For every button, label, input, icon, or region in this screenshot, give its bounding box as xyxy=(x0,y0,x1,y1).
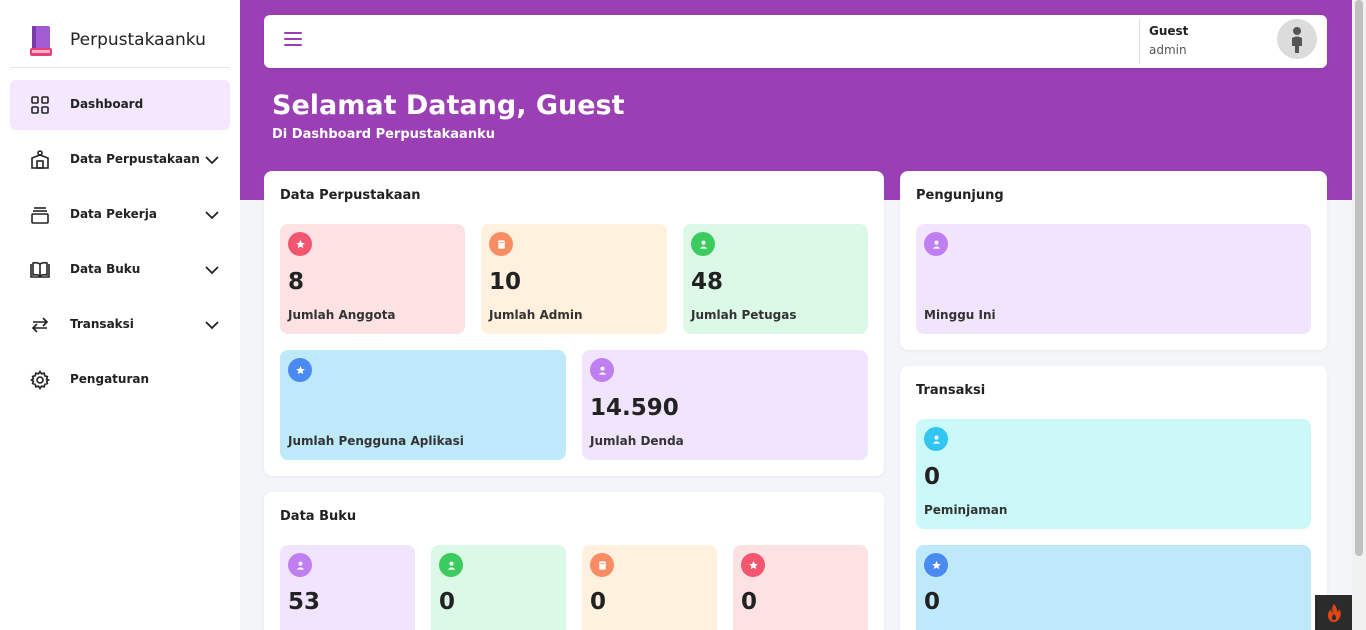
codeigniter-toolbar-button[interactable] xyxy=(1315,595,1352,630)
panel-title: Data Buku xyxy=(280,509,357,524)
stat-label: Jumlah Pengguna Aplikasi xyxy=(288,434,464,448)
stat-label: Jumlah Admin xyxy=(489,308,583,322)
sidebar-item-label: Data Pekerja xyxy=(70,207,157,221)
divider xyxy=(1139,19,1140,64)
stat-value: 48 xyxy=(691,269,724,295)
stat-label: Peminjaman xyxy=(924,503,1008,517)
sidebar: Perpustakaanku Dashboard Data Perpustaka… xyxy=(0,0,240,630)
sidebar-item-dashboard[interactable]: Dashboard xyxy=(10,80,230,130)
stat-label: Jumlah Anggota xyxy=(288,308,396,322)
brand[interactable]: Perpustakaanku xyxy=(10,10,230,68)
open-book-icon xyxy=(30,261,50,278)
stat-card-jumlah-admin[interactable]: 10 Jumlah Admin xyxy=(481,224,667,334)
stat-value: 0 xyxy=(924,589,941,615)
chevron-down-icon[interactable] xyxy=(204,262,220,278)
stat-card-buku-3[interactable]: 0 xyxy=(582,545,717,630)
stat-card-transaksi-2[interactable]: 0 xyxy=(916,545,1311,630)
stat-card-minggu-ini[interactable]: Minggu Ini xyxy=(916,224,1311,334)
user-name[interactable]: Guest xyxy=(1149,24,1188,38)
user-icon xyxy=(924,427,948,451)
star-icon xyxy=(924,553,948,577)
user-icon xyxy=(439,553,463,577)
stat-card-jumlah-anggota[interactable]: 8 Jumlah Anggota xyxy=(280,224,465,334)
scrollbar-thumb[interactable] xyxy=(1355,0,1363,556)
stat-label: Jumlah Denda xyxy=(590,434,684,448)
welcome-subtitle: Di Dashboard Perpustakaanku xyxy=(272,127,495,142)
user-avatar-icon xyxy=(1292,27,1302,53)
flame-icon xyxy=(1327,603,1341,622)
stat-card-jumlah-denda[interactable]: 14.590 Jumlah Denda xyxy=(582,350,868,460)
panel-pengunjung: Pengunjung Minggu Ini xyxy=(900,171,1327,350)
stat-card-jumlah-petugas[interactable]: 48 Jumlah Petugas xyxy=(683,224,868,334)
sidebar-item-label: Dashboard xyxy=(70,97,144,111)
chevron-down-icon[interactable] xyxy=(204,152,220,168)
chevron-down-icon[interactable] xyxy=(204,207,220,223)
stat-value: 53 xyxy=(288,589,321,615)
panel-title: Pengunjung xyxy=(916,188,1004,203)
sidebar-item-label: Transaksi xyxy=(70,317,134,331)
stat-card-jumlah-pengguna-aplikasi[interactable]: Jumlah Pengguna Aplikasi xyxy=(280,350,566,460)
stat-value: 0 xyxy=(741,589,758,615)
sidebar-nav: Dashboard Data Perpustakaan Data Pekerja… xyxy=(10,80,230,410)
stat-value: 0 xyxy=(439,589,456,615)
book-stack-icon xyxy=(30,26,52,56)
star-icon xyxy=(288,358,312,382)
stat-value: 0 xyxy=(590,589,607,615)
star-icon xyxy=(288,232,312,256)
book-icon xyxy=(489,232,513,256)
grid-icon xyxy=(31,96,49,114)
sidebar-item-data-buku[interactable]: Data Buku xyxy=(10,245,230,295)
library-icon xyxy=(31,150,49,169)
user-icon xyxy=(691,232,715,256)
sidebar-item-transaksi[interactable]: Transaksi xyxy=(10,300,230,350)
user-role: admin xyxy=(1149,43,1187,57)
panel-title: Data Perpustakaan xyxy=(280,188,421,203)
stat-card-peminjaman[interactable]: 0 Peminjaman xyxy=(916,419,1311,529)
scrollbar[interactable] xyxy=(1352,0,1366,630)
stat-value: 8 xyxy=(288,269,305,295)
avatar[interactable] xyxy=(1277,19,1317,59)
panel-transaksi: Transaksi 0 Peminjaman 0 xyxy=(900,366,1327,630)
stat-card-buku-4[interactable]: 0 xyxy=(733,545,868,630)
topbar: Guest admin xyxy=(264,15,1327,68)
gear-icon xyxy=(30,370,50,390)
sidebar-item-label: Pengaturan xyxy=(70,372,150,386)
brand-name: Perpustakaanku xyxy=(70,30,206,50)
stat-value: 14.590 xyxy=(590,395,679,421)
sidebar-item-label: Data Buku xyxy=(70,262,141,276)
sidebar-item-label: Data Perpustakaan xyxy=(70,152,200,166)
user-icon xyxy=(288,553,312,577)
user-icon xyxy=(590,358,614,382)
transfer-arrows-icon xyxy=(31,317,49,333)
panel-data-buku: Data Buku 53 0 0 0 xyxy=(264,492,884,630)
sidebar-item-data-pekerja[interactable]: Data Pekerja xyxy=(10,190,230,240)
stat-card-buku-2[interactable]: 0 xyxy=(431,545,566,630)
user-icon xyxy=(924,232,948,256)
layers-icon xyxy=(31,207,49,224)
stat-value: 0 xyxy=(924,464,941,490)
panel-data-perpustakaan: Data Perpustakaan 8 Jumlah Anggota 10 Ju… xyxy=(264,171,884,476)
stat-label: Minggu Ini xyxy=(924,308,996,322)
stat-label: Jumlah Petugas xyxy=(691,308,797,322)
star-icon xyxy=(741,553,765,577)
stat-card-buku-1[interactable]: 53 xyxy=(280,545,415,630)
sidebar-item-pengaturan[interactable]: Pengaturan xyxy=(10,355,230,405)
stat-value: 10 xyxy=(489,269,522,295)
book-icon xyxy=(590,553,614,577)
menu-toggle-icon[interactable] xyxy=(284,32,302,48)
chevron-down-icon[interactable] xyxy=(204,317,220,333)
sidebar-item-data-perpustakaan[interactable]: Data Perpustakaan xyxy=(10,135,230,185)
welcome-title: Selamat Datang, Guest xyxy=(272,90,625,121)
panel-title: Transaksi xyxy=(916,383,986,398)
